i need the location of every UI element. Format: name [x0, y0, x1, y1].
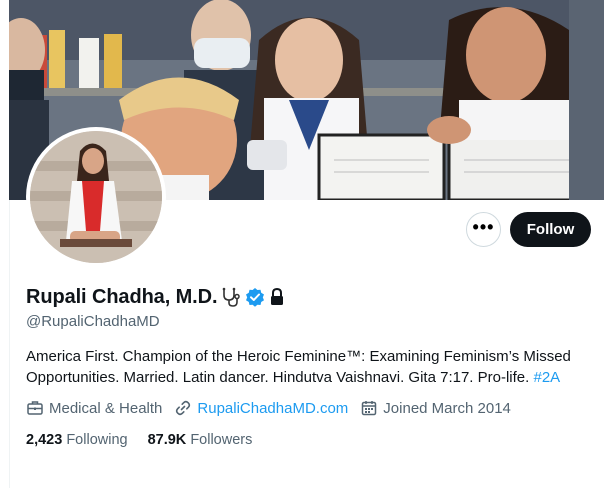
category-label: Medical & Health [49, 399, 163, 417]
more-dots-icon: ••• [472, 216, 495, 237]
bio-text: America First. Champion of the Heroic Fe… [26, 348, 571, 386]
lock-icon [268, 287, 286, 307]
follow-button[interactable]: Follow [510, 212, 591, 247]
timeline-border [9, 200, 10, 488]
profile-name-row: Rupali Chadha, M.D. [26, 284, 286, 310]
calendar-icon [362, 401, 377, 416]
display-name: Rupali Chadha, M.D. [26, 285, 218, 308]
website-link[interactable]: RupaliChadhaMD.com [197, 400, 348, 417]
following-count: 2,423 [26, 432, 67, 448]
profile-stats: 2,423 Following 87.9K Followers [26, 430, 272, 450]
avatar-photo [30, 131, 162, 263]
meta-website: RupaliChadhaMD.com [174, 399, 348, 417]
profile-handle: @RupaliChadhaMD [26, 313, 160, 330]
profile-meta-row: Medical & Health RupaliChadhaMD.com Join… [26, 398, 523, 418]
followers-label: Followers [190, 432, 253, 448]
bio-hashtag-link[interactable]: #2A [533, 369, 560, 386]
meta-joined: Joined March 2014 [360, 399, 511, 417]
following-label: Following [66, 432, 128, 448]
briefcase-icon [27, 401, 43, 415]
verified-badge-icon[interactable] [245, 287, 265, 307]
more-options-button[interactable]: ••• [466, 212, 501, 247]
followers-count: 87.9K [147, 432, 191, 448]
stethoscope-icon [220, 286, 242, 308]
link-icon [176, 400, 191, 416]
profile-page: ••• Follow Rupali Chadha, M.D. @RupaliCh… [0, 0, 604, 488]
joined-date: Joined March 2014 [383, 399, 511, 417]
profile-bio: America First. Champion of the Heroic Fe… [26, 346, 592, 388]
meta-category: Medical & Health [26, 399, 162, 417]
followers-link[interactable]: 87.9K Followers [148, 432, 253, 448]
profile-avatar[interactable] [26, 127, 166, 267]
following-link[interactable]: 2,423 Following [26, 432, 128, 448]
